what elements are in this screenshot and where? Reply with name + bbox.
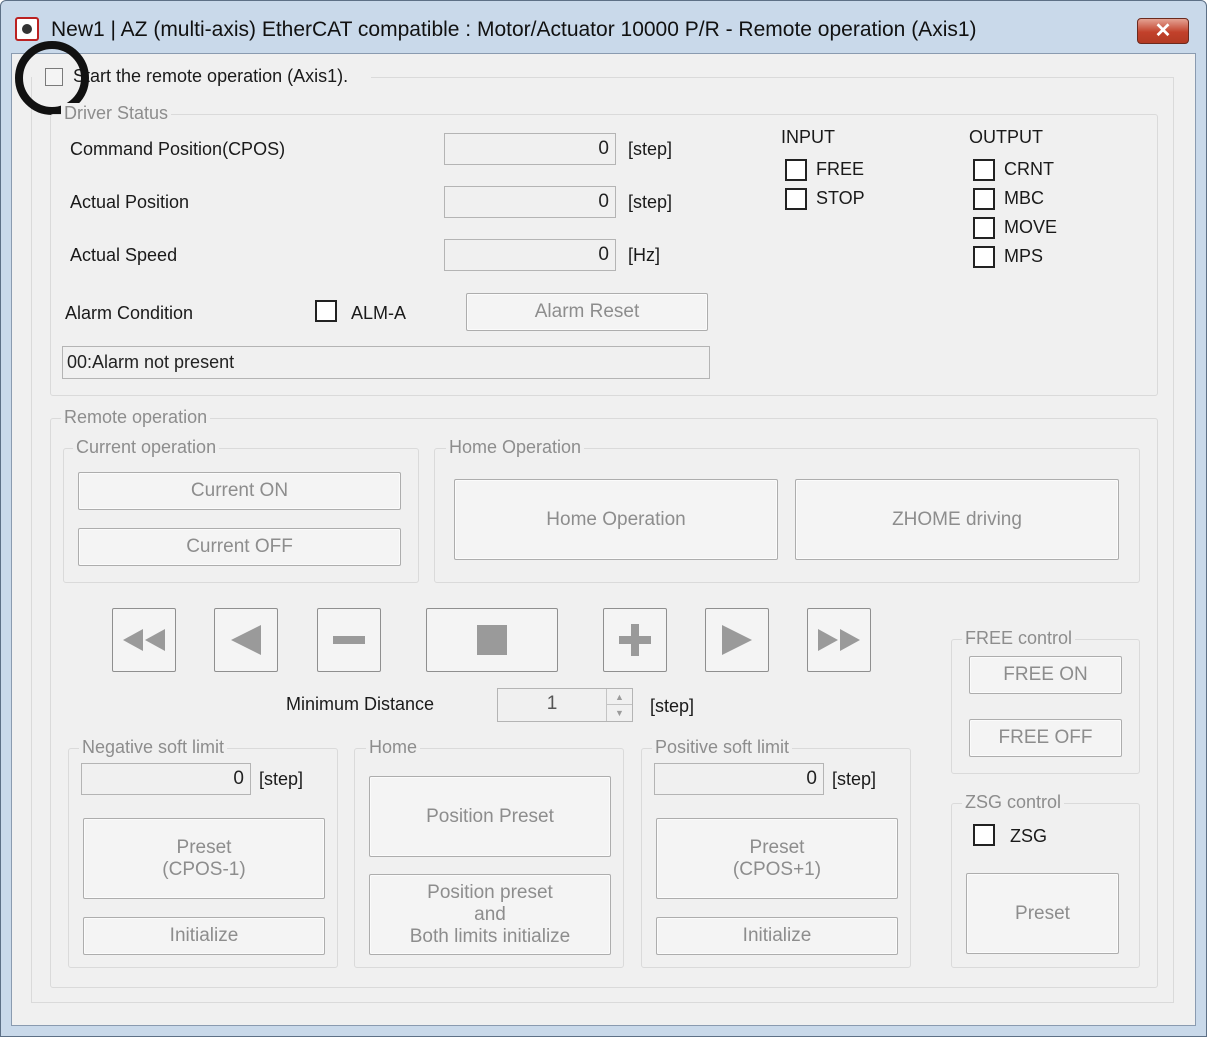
stop-button[interactable] <box>426 608 558 672</box>
negative-initialize-button[interactable]: Initialize <box>83 917 325 955</box>
preset-both-line3: Both limits initialize <box>409 925 571 947</box>
stop-icon <box>477 625 507 655</box>
aspeed-unit: [Hz] <box>628 245 661 265</box>
zsg-preset-button[interactable]: Preset <box>966 873 1119 954</box>
zhome-driving-button[interactable]: ZHOME driving <box>795 479 1119 560</box>
alarm-condition-label: Alarm Condition <box>65 303 194 323</box>
position-preset-button[interactable]: Position Preset <box>369 776 611 857</box>
output-crnt-label: CRNT <box>1004 159 1054 179</box>
cpos-unit: [step] <box>628 139 673 159</box>
free-control-caption: FREE control <box>962 628 1076 649</box>
positive-preset-button[interactable]: Preset (CPOS+1) <box>656 818 898 899</box>
forward-icon <box>722 625 752 655</box>
home-operation-button[interactable]: Home Operation <box>454 479 778 560</box>
aspeed-label: Actual Speed <box>70 245 178 265</box>
negative-preset-line2: (CPOS-1) <box>162 858 246 880</box>
output-move-label: MOVE <box>1004 217 1058 237</box>
stepper-up-icon[interactable]: ▲ <box>606 689 632 705</box>
min-distance-unit: [step] <box>650 696 695 716</box>
apos-label: Actual Position <box>70 192 190 212</box>
apos-unit: [step] <box>628 192 673 212</box>
jog-fast-reverse-button[interactable] <box>112 608 176 672</box>
input-free-label: FREE <box>816 159 865 179</box>
negative-preset-button[interactable]: Preset (CPOS-1) <box>83 818 325 899</box>
positive-limit-unit: [step] <box>832 769 877 789</box>
jog-minus-button[interactable] <box>317 608 381 672</box>
current-off-button[interactable]: Current OFF <box>78 528 401 566</box>
app-icon <box>15 17 39 41</box>
jog-fast-forward-button[interactable] <box>807 608 871 672</box>
output-caption: OUTPUT <box>969 127 1043 147</box>
cpos-label: Command Position(CPOS) <box>70 139 286 159</box>
alm-a-checkbox <box>315 300 337 322</box>
cpos-field: 0 <box>444 133 616 165</box>
min-distance-label: Minimum Distance <box>286 694 435 714</box>
app-window: New1 | AZ (multi-axis) EtherCAT compatib… <box>0 0 1207 1037</box>
alarm-reset-button[interactable]: Alarm Reset <box>466 293 708 331</box>
input-stop-label: STOP <box>816 188 865 208</box>
zsg-label: ZSG <box>1010 826 1048 846</box>
min-distance-stepper[interactable]: 1 ▲ ▼ <box>497 688 633 722</box>
free-on-button[interactable]: FREE ON <box>969 656 1122 694</box>
output-mbc-label: MBC <box>1004 188 1044 208</box>
positive-soft-limit-caption: Positive soft limit <box>652 737 793 758</box>
window-title: New1 | AZ (multi-axis) EtherCAT compatib… <box>51 18 977 41</box>
alm-a-label: ALM-A <box>351 303 407 323</box>
negative-preset-line1: Preset <box>176 836 232 858</box>
close-button[interactable]: ✕ <box>1137 18 1189 44</box>
input-free-checkbox <box>785 159 807 181</box>
position-preset-both-button[interactable]: Position preset and Both limits initiali… <box>369 874 611 955</box>
free-off-button[interactable]: FREE OFF <box>969 719 1122 757</box>
negative-limit-field[interactable]: 0 <box>81 763 251 795</box>
input-stop-checkbox <box>785 188 807 210</box>
positive-initialize-button[interactable]: Initialize <box>656 917 898 955</box>
current-on-button[interactable]: Current ON <box>78 472 401 510</box>
alarm-message-field: 00:Alarm not present <box>62 346 710 379</box>
home-operation-caption: Home Operation <box>446 437 585 458</box>
positive-preset-line1: Preset <box>749 836 805 858</box>
output-crnt-checkbox <box>973 159 995 181</box>
jog-plus-button[interactable] <box>603 608 667 672</box>
output-mps-checkbox <box>973 246 995 268</box>
minus-icon <box>333 636 365 644</box>
stepper-down-icon[interactable]: ▼ <box>606 705 632 721</box>
output-move-checkbox <box>973 217 995 239</box>
positive-limit-field[interactable]: 0 <box>654 763 824 795</box>
jog-forward-button[interactable] <box>705 608 769 672</box>
preset-both-line2: and <box>474 903 506 925</box>
jog-reverse-button[interactable] <box>214 608 278 672</box>
input-caption: INPUT <box>781 127 835 147</box>
aspeed-field: 0 <box>444 239 616 271</box>
output-mps-label: MPS <box>1004 246 1044 266</box>
min-distance-value: 1 <box>546 693 558 714</box>
home-caption: Home <box>366 737 421 758</box>
plus-icon <box>619 624 651 656</box>
output-mbc-checkbox <box>973 188 995 210</box>
positive-preset-line2: (CPOS+1) <box>732 858 822 880</box>
reverse-icon <box>231 625 261 655</box>
close-icon: ✕ <box>1154 20 1172 42</box>
negative-soft-limit-caption: Negative soft limit <box>79 737 228 758</box>
title-bar[interactable]: New1 | AZ (multi-axis) EtherCAT compatib… <box>1 1 1206 45</box>
fast-reverse-icon <box>123 629 165 651</box>
zsg-checkbox <box>973 824 995 846</box>
apos-field: 0 <box>444 186 616 218</box>
remote-operation-caption: Remote operation <box>61 407 211 428</box>
current-operation-caption: Current operation <box>73 437 220 458</box>
driver-status-caption: Driver Status <box>61 103 172 124</box>
zsg-control-caption: ZSG control <box>962 792 1065 813</box>
preset-both-line1: Position preset <box>427 881 553 903</box>
fast-forward-icon <box>818 629 860 651</box>
negative-limit-unit: [step] <box>259 769 304 789</box>
